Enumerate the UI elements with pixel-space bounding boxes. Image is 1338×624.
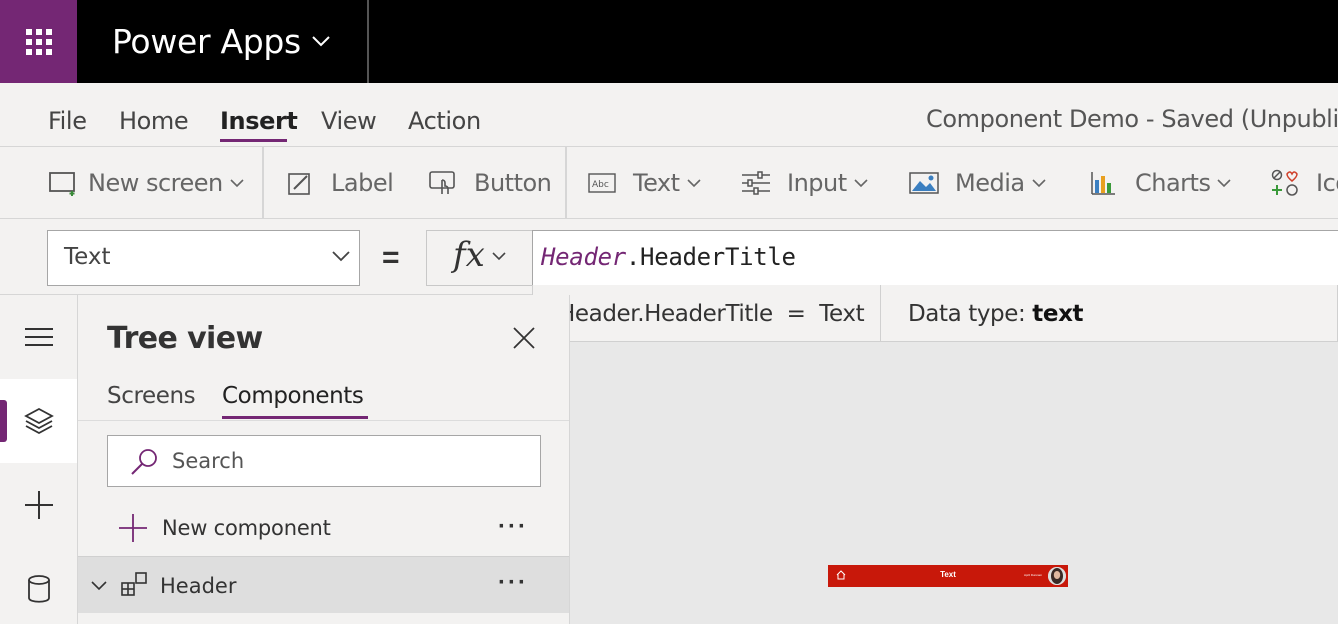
label-icon xyxy=(288,173,310,195)
more-options-icon[interactable]: ··· xyxy=(498,569,528,597)
fx-icon: fx xyxy=(453,235,485,275)
input-dropdown-label: Input xyxy=(787,169,847,197)
media-dropdown-label: Media xyxy=(955,169,1025,197)
property-dropdown[interactable]: Text xyxy=(47,230,360,286)
active-menu-indicator xyxy=(220,139,287,142)
more-options-icon[interactable]: ··· xyxy=(498,513,528,541)
chevron-down-icon[interactable] xyxy=(90,579,108,593)
label-button[interactable]: Label xyxy=(287,167,394,199)
ribbon-divider xyxy=(262,147,264,219)
chevron-down-icon[interactable] xyxy=(310,30,332,52)
menu-view[interactable]: View xyxy=(321,107,377,135)
menu-bar: File Home Insert View Action Component D… xyxy=(0,83,1338,147)
search-placeholder: Search xyxy=(172,449,245,473)
text-input-icon: Abc xyxy=(588,173,616,193)
tree-item-label: Header xyxy=(160,574,237,598)
charts-dropdown-label: Charts xyxy=(1135,169,1211,197)
plus-icon xyxy=(119,514,147,542)
active-rail-indicator xyxy=(0,400,7,442)
chevron-down-icon xyxy=(230,179,244,188)
app-name: Power Apps xyxy=(112,22,301,61)
hamburger-button[interactable] xyxy=(0,295,77,379)
media-dropdown[interactable]: Media xyxy=(909,167,1047,199)
menu-action[interactable]: Action xyxy=(408,107,481,135)
header-user-name: April Dunnam xyxy=(1024,573,1043,577)
bar-chart-icon xyxy=(1091,172,1115,195)
app-launcher-button[interactable] xyxy=(0,0,77,83)
formula-object: Header xyxy=(541,243,626,271)
hint-separator xyxy=(880,285,881,341)
plus-icon xyxy=(24,491,53,519)
search-input[interactable]: Search xyxy=(107,435,541,487)
search-icon xyxy=(131,449,157,475)
icons-dropdown-label: Ico xyxy=(1316,169,1338,197)
tree-view-title: Tree view xyxy=(107,321,263,356)
icons-icon xyxy=(1271,169,1298,196)
text-dropdown-label: Text xyxy=(633,169,680,197)
text-dropdown[interactable]: Abc Text xyxy=(588,167,702,199)
title-divider xyxy=(367,0,369,83)
function-button[interactable]: fx xyxy=(426,230,533,286)
menu-insert[interactable]: Insert xyxy=(220,107,298,135)
icons-dropdown[interactable]: Ico xyxy=(1270,167,1338,199)
chevron-down-icon xyxy=(1217,179,1232,188)
chevron-down-icon xyxy=(1032,179,1046,188)
left-rail xyxy=(0,295,78,624)
new-screen-icon xyxy=(49,172,75,196)
hint-data-type: Data type: text xyxy=(908,301,1084,327)
chevron-down-icon xyxy=(492,252,506,261)
formula-text: Header.HeaderTitle xyxy=(541,243,796,271)
input-dropdown[interactable]: Input xyxy=(741,167,869,199)
tab-components[interactable]: Components xyxy=(222,383,364,409)
title-bar: Power Apps xyxy=(0,0,1338,83)
hamburger-icon xyxy=(24,328,53,346)
menu-home[interactable]: Home xyxy=(119,107,189,135)
formula-member: .HeaderTitle xyxy=(625,243,796,271)
insert-button[interactable] xyxy=(0,463,77,547)
tree-view-panel: Tree view Screens Components Search New … xyxy=(78,295,570,624)
header-component-preview[interactable]: Text April Dunnam xyxy=(828,565,1068,587)
formula-hint: Header.HeaderTitle = Text Data type: tex… xyxy=(532,285,1338,342)
button-button[interactable]: Button xyxy=(428,167,552,199)
property-value: Text xyxy=(64,244,111,270)
button-icon xyxy=(429,171,455,194)
layers-icon xyxy=(23,407,54,435)
avatar xyxy=(1048,567,1066,585)
ribbon-divider xyxy=(565,147,567,219)
data-button[interactable] xyxy=(0,547,77,624)
tabs-divider xyxy=(78,420,569,421)
tab-screens[interactable]: Screens xyxy=(107,383,196,409)
active-tab-indicator xyxy=(222,416,368,419)
new-screen-button[interactable]: New screen xyxy=(48,167,245,199)
formula-input[interactable]: Header.HeaderTitle xyxy=(532,230,1338,286)
document-status: Component Demo - Saved (Unpublish xyxy=(926,105,1338,133)
database-icon xyxy=(27,575,50,603)
component-icon xyxy=(121,572,147,596)
svg-text:Abc: Abc xyxy=(592,180,609,190)
hint-data-type-label: Data type: xyxy=(908,301,1033,327)
waffle-icon xyxy=(25,28,52,55)
chevron-down-icon xyxy=(854,179,868,188)
tree-item-header[interactable]: Header ··· xyxy=(78,557,569,613)
tree-view-button[interactable] xyxy=(0,379,77,463)
image-icon xyxy=(909,172,939,194)
hint-data-type-value: text xyxy=(1032,301,1084,327)
chevron-down-icon xyxy=(332,251,350,262)
formula-bar: Text = fx Header.HeaderTitle xyxy=(0,219,1338,295)
new-component-button[interactable]: New component xyxy=(118,513,331,543)
new-screen-label: New screen xyxy=(88,169,223,197)
charts-dropdown[interactable]: Charts xyxy=(1090,167,1232,199)
equals-sign: = xyxy=(382,241,400,274)
chevron-down-icon xyxy=(686,179,701,188)
insert-ribbon: New screen Label Button Abc Text Input M… xyxy=(0,147,1338,219)
hint-expression: Header.HeaderTitle = Text xyxy=(558,301,865,327)
label-button-label: Label xyxy=(331,169,394,197)
close-icon[interactable] xyxy=(511,325,537,351)
new-component-label: New component xyxy=(162,516,331,540)
button-button-label: Button xyxy=(474,169,552,197)
sliders-icon xyxy=(742,171,770,195)
menu-file[interactable]: File xyxy=(48,107,87,135)
